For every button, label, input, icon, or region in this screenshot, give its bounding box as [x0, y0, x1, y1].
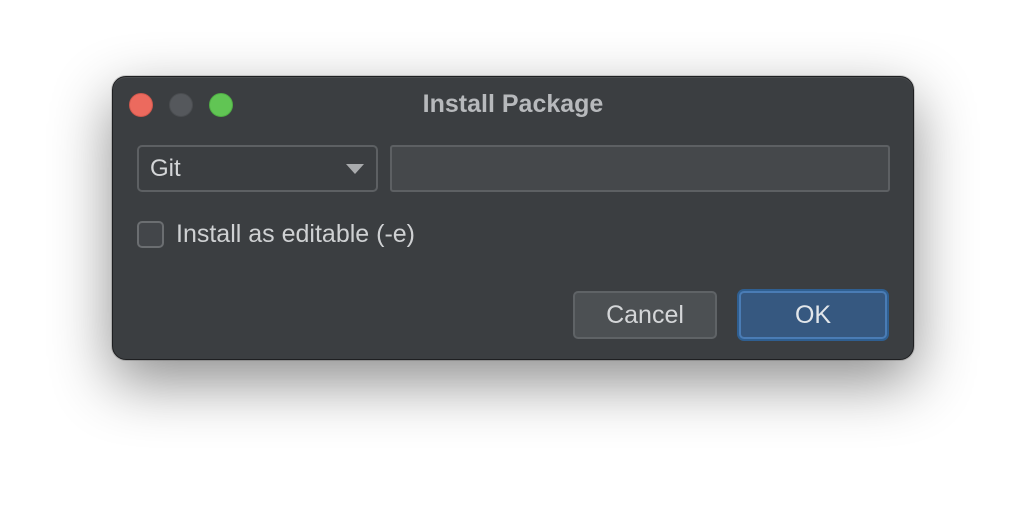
cancel-button[interactable]: Cancel	[573, 291, 717, 339]
install-package-dialog: Install Package Git Install as editable …	[112, 76, 914, 360]
install-editable-checkbox[interactable]	[137, 220, 164, 248]
vcs-type-value: Git	[150, 155, 181, 182]
install-editable-option[interactable]: Install as editable (-e)	[137, 219, 415, 249]
dialog-title: Install Package	[422, 90, 604, 118]
install-editable-label: Install as editable (-e)	[176, 220, 416, 248]
vcs-type-select[interactable]: Git	[137, 145, 378, 192]
repository-url-input[interactable]	[390, 145, 890, 192]
ok-button[interactable]: OK	[739, 291, 887, 339]
caret-down-icon	[346, 164, 364, 174]
